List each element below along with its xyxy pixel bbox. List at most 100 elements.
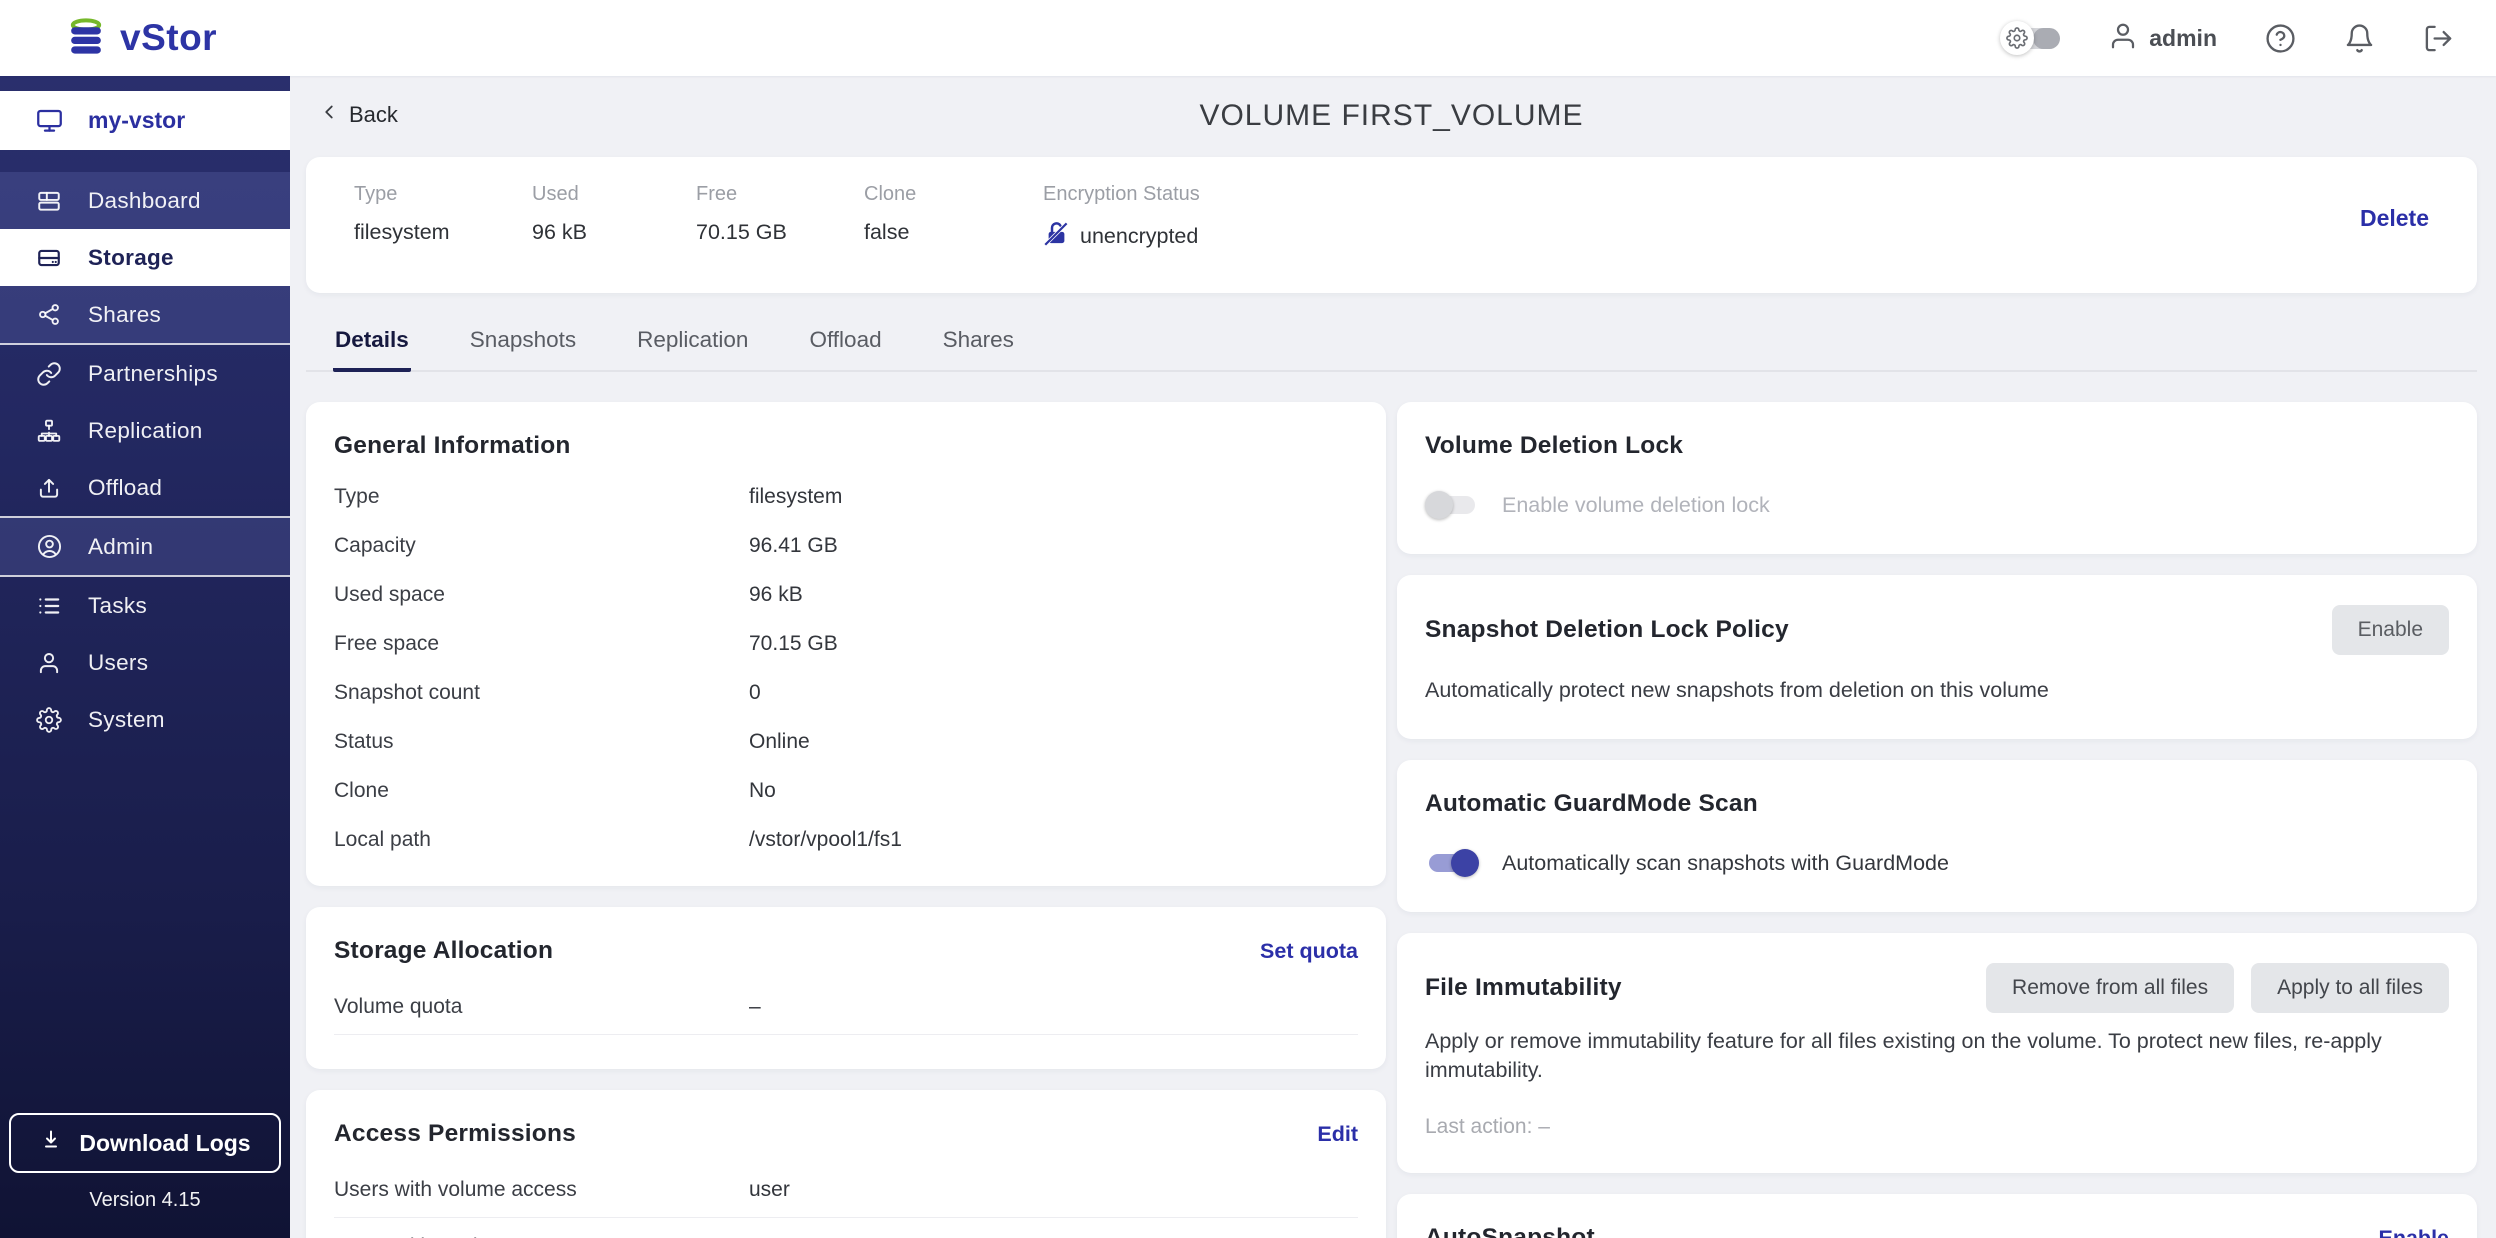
sidebar-item-replication[interactable]: Replication — [0, 402, 290, 459]
link-icon — [35, 361, 63, 387]
right-column: Volume Deletion Lock Enable volume delet… — [1397, 402, 2477, 1238]
last-action-label: Last action: – — [1425, 1115, 1550, 1139]
sidebar-host-item[interactable]: my-vstor — [0, 91, 290, 150]
access-permissions-card: Access Permissions Edit Users with volum… — [306, 1090, 1386, 1238]
summary-value: unencrypted — [1043, 220, 1200, 253]
summary-field-used: Used 96 kB — [532, 183, 696, 245]
enable-snapshot-lock-button[interactable]: Enable — [2331, 605, 2449, 655]
storage-allocation-card: Storage Allocation Set quota Volume quot… — [306, 907, 1386, 1069]
tab-snapshots[interactable]: Snapshots — [468, 314, 578, 372]
remove-immutability-button[interactable]: Remove from all files — [1986, 963, 2235, 1014]
lock-slash-icon — [1043, 220, 1070, 253]
summary-value: 96 kB — [532, 220, 587, 244]
brand-logo[interactable]: vStor — [64, 14, 217, 63]
version-label: Version 4.15 — [89, 1189, 201, 1211]
row-value: filesystem — [749, 485, 843, 508]
sidebar-item-dashboard[interactable]: Dashboard — [0, 172, 290, 229]
edit-permissions-button[interactable]: Edit — [1317, 1122, 1358, 1147]
info-row-status: Status Online — [334, 730, 1358, 754]
delete-volume-button[interactable]: Delete — [2360, 205, 2429, 232]
user-menu[interactable]: admin — [2108, 21, 2217, 56]
row-label: Clone — [334, 779, 389, 802]
tab-details[interactable]: Details — [333, 314, 411, 372]
toggle-knob — [1425, 491, 1453, 519]
file-immutability-card: File Immutability Remove from all files … — [1397, 933, 2477, 1174]
card-title: General Information — [334, 432, 571, 459]
row-volume-quota: Volume quota – — [334, 978, 1358, 1035]
sidebar-item-label: Admin — [88, 533, 154, 559]
set-quota-button[interactable]: Set quota — [1260, 939, 1358, 964]
sidebar-item-storage[interactable]: Storage — [0, 229, 290, 286]
summary-value: filesystem — [354, 220, 450, 244]
row-label: Snapshot count — [334, 681, 480, 704]
download-logs-label: Download Logs — [79, 1129, 251, 1156]
apply-immutability-button[interactable]: Apply to all files — [2251, 963, 2449, 1014]
card-title: Access Permissions — [334, 1120, 576, 1147]
sidebar-item-users[interactable]: Users — [0, 634, 290, 691]
row-value: user — [749, 1178, 790, 1201]
notifications-bell-button[interactable] — [2344, 23, 2375, 54]
volume-deletion-lock-toggle[interactable] — [1425, 490, 1479, 520]
enable-autosnapshot-button[interactable]: Enable — [2379, 1226, 2450, 1238]
sidebar-item-admin[interactable]: Admin — [0, 518, 290, 575]
offload-upload-icon — [35, 475, 63, 501]
summary-value: false — [864, 220, 910, 244]
summary-label: Used — [532, 183, 579, 205]
row-label: Status — [334, 730, 394, 753]
row-value: Online — [749, 730, 810, 753]
card-title: AutoSnapshot — [1425, 1224, 1595, 1238]
theme-toggle-knob — [2033, 28, 2061, 49]
row-label: Volume quota — [334, 995, 463, 1018]
system-gear-icon — [35, 706, 63, 733]
summary-label: Encryption Status — [1043, 183, 1200, 205]
row-value: 96 kB — [749, 583, 803, 606]
detail-columns: General Information Type filesystem Capa… — [306, 402, 2477, 1238]
theme-toggle[interactable] — [2000, 20, 2061, 56]
sidebar-footer: Download Logs Version 4.15 — [0, 1113, 290, 1238]
sidebar-item-shares[interactable]: Shares — [0, 286, 290, 343]
card-title: Volume Deletion Lock — [1425, 432, 1684, 459]
row-value: 70.15 GB — [749, 632, 838, 655]
help-button[interactable] — [2265, 23, 2296, 54]
info-row-snapshot-count: Snapshot count 0 — [334, 681, 1358, 705]
automatic-guardmode-scan-card: Automatic GuardMode Scan Automatically s… — [1397, 760, 2477, 913]
sidebar-item-label: System — [88, 706, 165, 732]
sidebar-item-partnerships[interactable]: Partnerships — [0, 345, 290, 402]
tab-replication[interactable]: Replication — [635, 314, 750, 372]
tab-shares[interactable]: Shares — [941, 314, 1016, 372]
share-icon — [35, 302, 63, 327]
replication-topology-icon — [35, 418, 63, 444]
sidebar-item-label: Partnerships — [88, 360, 218, 386]
sidebar-item-tasks[interactable]: Tasks — [0, 577, 290, 634]
summary-field-encryption: Encryption Status unencrypted — [1043, 183, 1200, 253]
sidebar-item-label: Tasks — [88, 592, 148, 618]
summary-field-clone: Clone false — [864, 183, 1043, 245]
card-title: Snapshot Deletion Lock Policy — [1425, 616, 1789, 643]
snapshot-deletion-lock-policy-card: Snapshot Deletion Lock Policy Enable Aut… — [1397, 575, 2477, 740]
page-head: Back VOLUME FIRST_VOLUME — [306, 97, 2477, 149]
guardmode-scan-toggle[interactable] — [1425, 848, 1479, 878]
header-controls: admin — [2000, 20, 2454, 56]
sidebar-item-label: Storage — [88, 244, 174, 270]
row-label: Free space — [334, 632, 440, 655]
summary-field-free: Free 70.15 GB — [696, 183, 864, 245]
sidebar-item-offload[interactable]: Offload — [0, 459, 290, 516]
download-logs-button[interactable]: Download Logs — [9, 1113, 281, 1173]
brand-name: vStor — [120, 17, 218, 58]
admin-user-circle-icon — [35, 533, 63, 560]
sidebar-item-label: Shares — [88, 301, 162, 327]
storage-drive-icon — [35, 245, 63, 271]
row-value: – — [749, 995, 761, 1018]
logout-button[interactable] — [2423, 23, 2454, 54]
row-users-pool-access: Users with pool access – — [334, 1218, 1358, 1238]
vstor-database-icon — [64, 14, 108, 63]
tab-offload[interactable]: Offload — [807, 314, 883, 372]
tasks-list-icon — [35, 593, 63, 619]
card-description: Apply or remove immutability feature for… — [1425, 1029, 2382, 1083]
sidebar-item-system[interactable]: System — [0, 691, 290, 748]
user-name: admin — [2149, 24, 2217, 51]
info-row-free-space: Free space 70.15 GB — [334, 632, 1358, 656]
summary-value: 70.15 GB — [696, 220, 787, 244]
volume-deletion-lock-card: Volume Deletion Lock Enable volume delet… — [1397, 402, 2477, 554]
row-label: Capacity — [334, 534, 416, 557]
